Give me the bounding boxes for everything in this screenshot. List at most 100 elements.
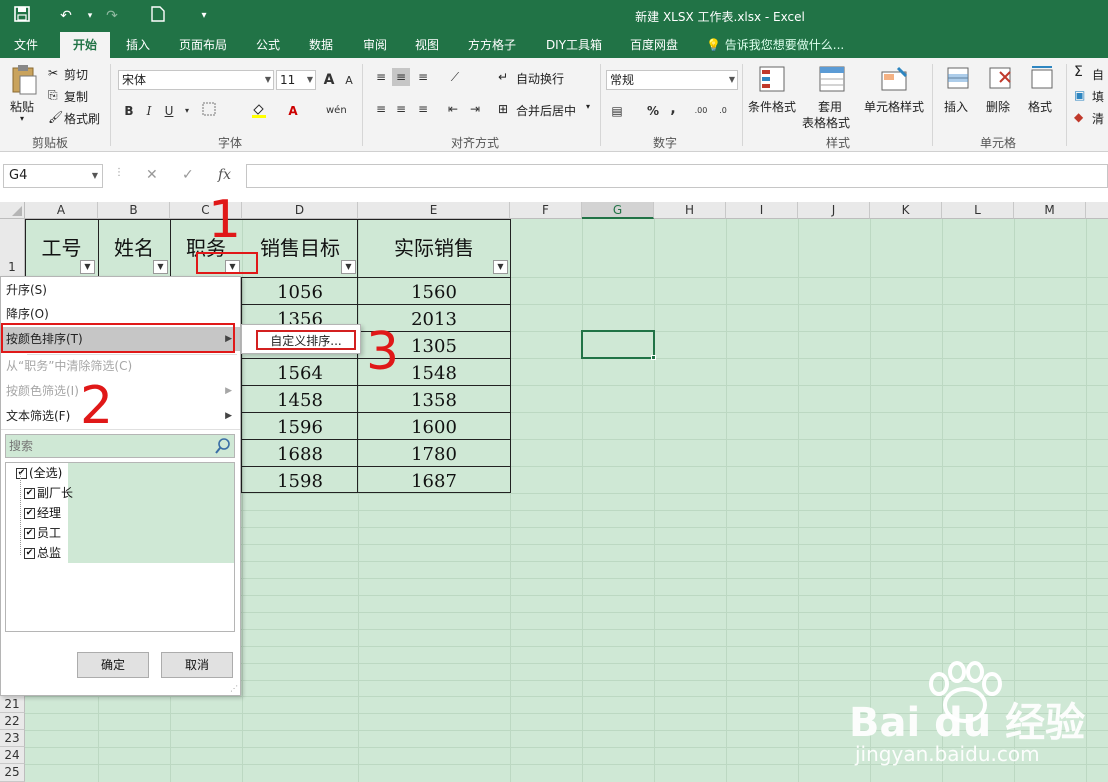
header-cell-id[interactable]: 工号 — [25, 232, 98, 261]
save-icon[interactable] — [12, 6, 32, 26]
borders-icon[interactable] — [200, 102, 218, 120]
cut-button[interactable]: 剪切 — [64, 66, 88, 83]
merge-dropdown-icon[interactable]: ▾ — [586, 102, 590, 111]
row-header-22[interactable]: 22 — [0, 713, 25, 730]
paste-dropdown-icon[interactable]: ▾ — [20, 114, 24, 123]
row-header-25[interactable]: 25 — [0, 764, 25, 782]
italic-button[interactable]: I — [140, 102, 158, 120]
undo-icon[interactable]: ↶ — [56, 6, 76, 26]
fill-handle[interactable] — [651, 355, 656, 360]
autosum-button[interactable]: 自 — [1092, 66, 1104, 83]
autosum-icon[interactable]: Σ — [1074, 64, 1083, 80]
search-icon[interactable] — [215, 437, 231, 455]
increase-indent-icon[interactable]: ⇥ — [466, 100, 484, 118]
row-header-23[interactable]: 23 — [0, 730, 25, 747]
tab-diy-toolbox[interactable]: DIY工具箱 — [538, 32, 610, 58]
increase-decimal-icon[interactable]: .00 — [692, 102, 710, 120]
cell-actual-sales[interactable]: 1687 — [358, 471, 510, 492]
header-cell-actual-sales[interactable]: 实际销售 — [358, 232, 510, 261]
cell-actual-sales[interactable]: 1358 — [358, 390, 510, 411]
row-header-1[interactable]: 1 — [0, 219, 25, 277]
checkbox-checked-icon[interactable]: ✔ — [24, 508, 35, 519]
column-header-l[interactable]: L — [942, 202, 1014, 219]
phonetic-button[interactable]: wén — [326, 102, 347, 120]
column-header-i[interactable]: I — [726, 202, 798, 219]
fill-button[interactable]: 填 — [1092, 88, 1104, 105]
fill-icon[interactable]: ▣ — [1074, 88, 1085, 102]
cancel-formula-icon[interactable]: ✕ — [146, 167, 158, 183]
column-header-d[interactable]: D — [242, 202, 358, 219]
format-as-table-label-1[interactable]: 套用 — [818, 98, 842, 115]
checkbox-checked-icon[interactable]: ✔ — [24, 548, 35, 559]
tab-home[interactable]: 开始 — [60, 32, 110, 58]
filter-dropdown-button[interactable]: ▼ — [493, 260, 508, 274]
undo-dropdown-icon[interactable]: ▾ — [80, 6, 100, 26]
wrap-text-icon[interactable]: ↵ — [498, 70, 508, 84]
header-cell-name[interactable]: 姓名 — [98, 232, 170, 261]
filter-dropdown-button[interactable]: ▼ — [341, 260, 356, 274]
underline-button[interactable]: U — [160, 102, 178, 120]
format-painter-icon[interactable]: 🖌 — [48, 110, 63, 124]
list-item[interactable]: ✔ 副厂长 — [24, 483, 73, 503]
merge-center-icon[interactable]: ⊞ — [498, 102, 508, 116]
number-format-combo[interactable]: 常规 ▼ — [606, 70, 738, 90]
column-header-g[interactable]: G — [582, 202, 654, 219]
ok-button[interactable]: 确定 — [77, 652, 149, 678]
list-item[interactable]: ✔ 员工 — [24, 523, 61, 543]
cell-actual-sales[interactable]: 1600 — [358, 417, 510, 438]
align-center-icon[interactable]: ≡ — [392, 100, 410, 118]
name-box[interactable]: G4 ▼ — [3, 164, 103, 188]
decrease-decimal-icon[interactable]: .0 — [714, 102, 732, 120]
select-all-corner[interactable] — [0, 202, 25, 219]
fill-color-icon[interactable] — [250, 102, 268, 120]
cell-styles-icon[interactable] — [880, 64, 910, 94]
delete-cells-icon[interactable] — [986, 64, 1016, 94]
tab-page-layout[interactable]: 页面布局 — [172, 32, 234, 58]
checkbox-checked-icon[interactable]: ✔ — [24, 528, 35, 539]
menu-item-text-filter[interactable]: 文本筛选(F) ▶ — [1, 404, 240, 428]
paste-button[interactable]: 粘贴 — [10, 98, 34, 115]
column-header-k[interactable]: K — [870, 202, 942, 219]
row-header-21[interactable]: 21 — [0, 696, 25, 713]
row-header-24[interactable]: 24 — [0, 747, 25, 764]
insert-function-icon[interactable]: fx — [218, 167, 231, 183]
column-header-m[interactable]: M — [1014, 202, 1086, 219]
customize-quick-access-icon[interactable]: ▾ — [194, 6, 214, 26]
menu-item-sort-ascending[interactable]: 升序(S) — [1, 278, 240, 302]
tab-review[interactable]: 审阅 — [354, 32, 396, 58]
tab-file[interactable]: 文件 — [4, 32, 48, 58]
filter-values-list[interactable]: ✔ (全选) ✔ 副厂长 ✔ 经理 ✔ 员工 ✔ 总监 — [5, 462, 235, 632]
filter-dropdown-button[interactable]: ▼ — [153, 260, 168, 274]
merge-center-button[interactable]: 合并后居中 — [516, 102, 576, 119]
wrap-text-button[interactable]: 自动换行 — [516, 70, 564, 87]
cell-actual-sales[interactable]: 1560 — [358, 282, 510, 303]
align-right-icon[interactable]: ≡ — [414, 100, 432, 118]
tell-me-search[interactable]: 💡 告诉我您想要做什么... — [706, 32, 844, 58]
cancel-button[interactable]: 取消 — [161, 652, 233, 678]
column-header-h[interactable]: H — [654, 202, 726, 219]
formula-input[interactable] — [246, 164, 1108, 188]
tab-data[interactable]: 数据 — [300, 32, 342, 58]
shrink-font-button[interactable]: A — [340, 72, 358, 90]
conditional-format-icon[interactable] — [758, 64, 788, 94]
align-left-icon[interactable]: ≡ — [372, 100, 390, 118]
cell-sales-target[interactable]: 1688 — [242, 444, 358, 465]
header-cell-sales-target[interactable]: 销售目标 — [242, 232, 358, 261]
resize-grip-icon[interactable]: ⋰ — [230, 684, 238, 693]
active-cell-g4[interactable] — [581, 330, 655, 359]
format-as-table-icon[interactable] — [818, 64, 848, 94]
percent-button[interactable]: % — [644, 102, 662, 120]
cell-sales-target[interactable]: 1596 — [242, 417, 358, 438]
checkbox-checked-icon[interactable]: ✔ — [16, 468, 27, 479]
cell-sales-target[interactable]: 1056 — [242, 282, 358, 303]
redo-icon[interactable]: ↷ — [102, 6, 122, 26]
menu-item-custom-sort[interactable]: 自定义排序... — [256, 330, 356, 350]
bold-button[interactable]: B — [120, 102, 138, 120]
cut-icon[interactable]: ✂ — [48, 66, 58, 80]
cell-sales-target[interactable]: 1598 — [242, 471, 358, 492]
list-item[interactable]: ✔ 总监 — [24, 543, 61, 563]
copy-button[interactable]: 复制 — [64, 88, 88, 105]
filter-search-input[interactable] — [6, 435, 216, 457]
clear-button[interactable]: 清 — [1092, 110, 1104, 127]
confirm-formula-icon[interactable]: ✓ — [182, 167, 194, 183]
